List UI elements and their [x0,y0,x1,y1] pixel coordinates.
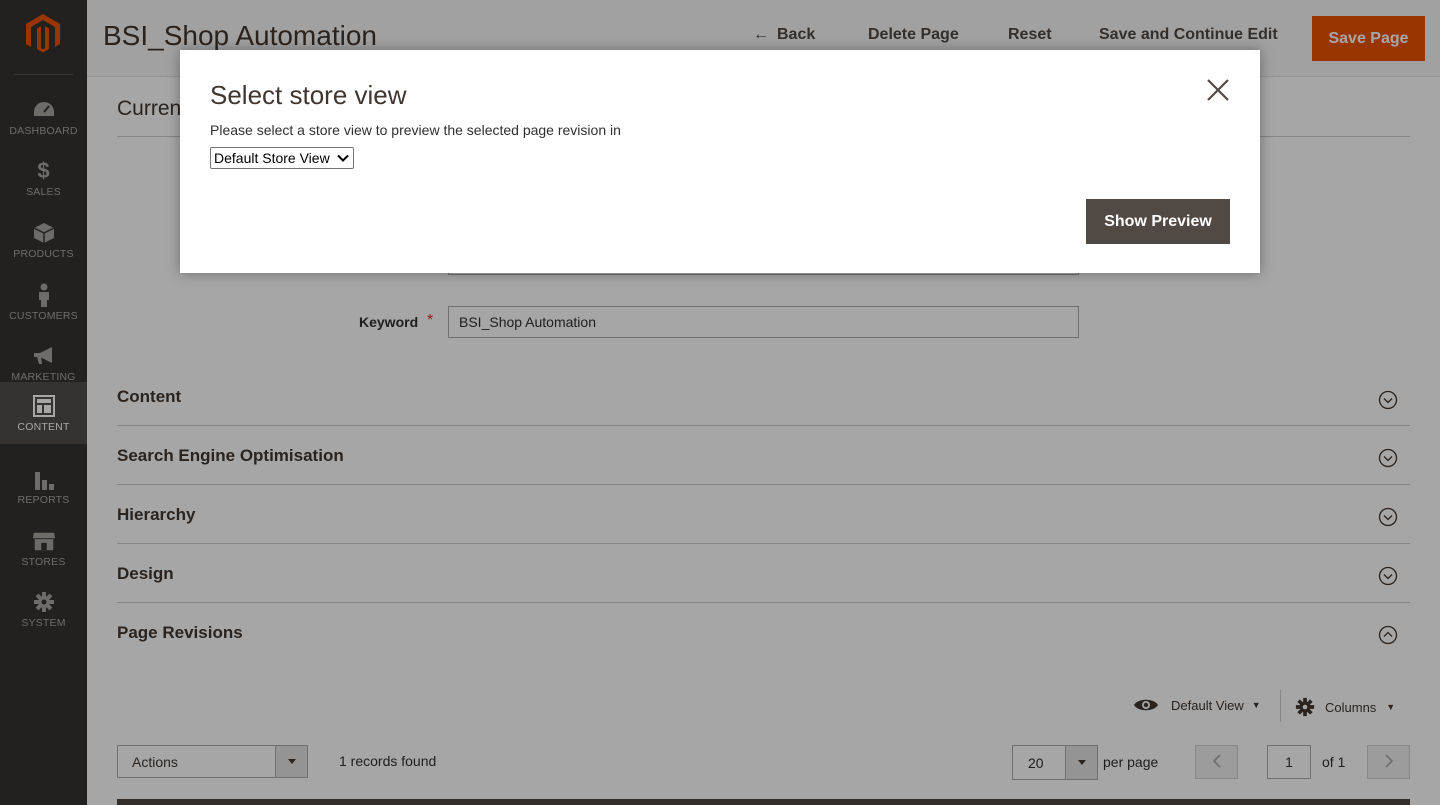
close-icon[interactable] [1204,76,1232,104]
store-view-selected: Default Store View [214,150,330,166]
store-view-select[interactable]: Default Store View [210,147,354,169]
select-store-view-modal: Select store view Please select a store … [180,50,1260,273]
chevron-down-icon [337,154,349,162]
modal-title: Select store view [210,80,407,110]
modal-description: Please select a store view to preview th… [210,122,621,138]
show-preview-button[interactable]: Show Preview [1086,199,1230,244]
